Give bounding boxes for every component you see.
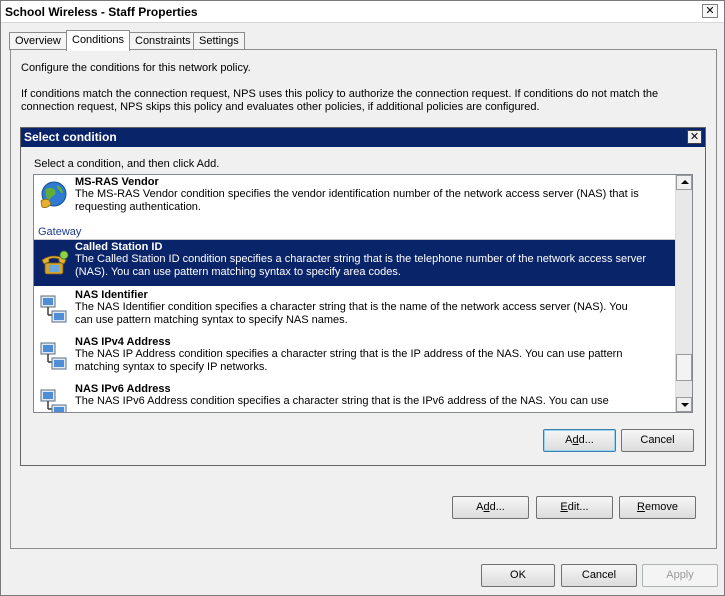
edit-button[interactable]: Edit... xyxy=(536,496,613,519)
tab-conditions[interactable]: Conditions xyxy=(66,30,130,51)
list-item[interactable]: NAS IPv6 Address The NAS IPv6 Address co… xyxy=(34,382,675,412)
window-title: School Wireless - Staff Properties xyxy=(5,5,198,19)
scroll-down-button[interactable] xyxy=(676,397,692,412)
item-description: The Called Station ID condition specifie… xyxy=(75,253,647,278)
item-name: Called Station ID xyxy=(75,241,163,253)
explanation-line-1: If conditions match the connection reque… xyxy=(21,88,659,100)
panel-add-button[interactable]: Add... xyxy=(452,496,529,519)
dialog-title-bar: Select condition ✕ xyxy=(21,128,705,147)
telephone-icon xyxy=(41,250,69,275)
title-bar: School Wireless - Staff Properties ✕ xyxy=(1,1,724,23)
network-computer-icon xyxy=(40,295,67,323)
select-condition-dialog: Select condition ✕ Select a condition, a… xyxy=(20,127,706,466)
item-description: The NAS IP Address condition specifies a… xyxy=(75,348,623,373)
list-item[interactable]: NAS Identifier The NAS Identifier condit… xyxy=(34,288,675,334)
properties-window: School Wireless - Staff Properties ✕ Ove… xyxy=(0,0,725,596)
scrollbar-thumb[interactable] xyxy=(676,354,692,381)
group-label-gateway: Gateway xyxy=(38,226,82,238)
window-close-button[interactable]: ✕ xyxy=(702,4,718,18)
arrow-down-icon xyxy=(681,403,689,407)
condition-list[interactable]: MS-RAS Vendor The MS-RAS Vendor conditio… xyxy=(33,174,693,413)
dialog-close-button[interactable]: ✕ xyxy=(687,130,702,144)
list-item[interactable]: NAS IPv4 Address The NAS IP Address cond… xyxy=(34,335,675,381)
apply-button[interactable]: Apply xyxy=(642,564,718,587)
scroll-up-button[interactable] xyxy=(676,175,692,190)
list-item[interactable]: MS-RAS Vendor The MS-RAS Vendor conditio… xyxy=(34,175,675,223)
tab-constraints[interactable]: Constraints xyxy=(129,32,197,50)
tab-label: Conditions xyxy=(72,34,124,46)
close-icon: ✕ xyxy=(689,131,700,143)
tab-label: Settings xyxy=(199,35,239,47)
explanation-line-2: connection request, NPS skips this polic… xyxy=(21,101,540,113)
dialog-instruction: Select a condition, and then click Add. xyxy=(34,158,220,170)
network-computer-icon xyxy=(40,342,67,370)
tab-settings[interactable]: Settings xyxy=(193,32,245,50)
item-name: NAS Identifier xyxy=(75,289,148,301)
vertical-scrollbar[interactable] xyxy=(675,175,692,412)
dialog-cancel-button[interactable]: Cancel xyxy=(621,429,694,452)
close-icon: ✕ xyxy=(705,5,715,17)
dialog-add-button[interactable]: Add... xyxy=(543,429,616,452)
item-description: The NAS Identifier condition specifies a… xyxy=(75,301,628,326)
intro-text: Configure the conditions for this networ… xyxy=(21,62,251,74)
ok-button[interactable]: OK xyxy=(481,564,555,587)
cancel-button[interactable]: Cancel xyxy=(561,564,637,587)
tab-overview[interactable]: Overview xyxy=(9,32,67,50)
tab-label: Overview xyxy=(15,35,61,47)
arrow-up-icon xyxy=(681,180,689,184)
list-item-selected[interactable]: Called Station ID The Called Station ID … xyxy=(34,240,675,286)
item-description: The MS-RAS Vendor condition specifies th… xyxy=(75,188,639,213)
remove-button[interactable]: Remove xyxy=(619,496,696,519)
dialog-title: Select condition xyxy=(24,130,117,144)
globe-phone-icon xyxy=(40,181,67,208)
item-name: NAS IPv4 Address xyxy=(75,336,171,348)
item-name: MS-RAS Vendor xyxy=(75,176,159,188)
item-description: The NAS IPv6 Address condition specifies… xyxy=(75,395,609,407)
tab-label: Constraints xyxy=(135,35,191,47)
item-name: NAS IPv6 Address xyxy=(75,383,171,395)
network-computer-icon xyxy=(40,389,67,412)
